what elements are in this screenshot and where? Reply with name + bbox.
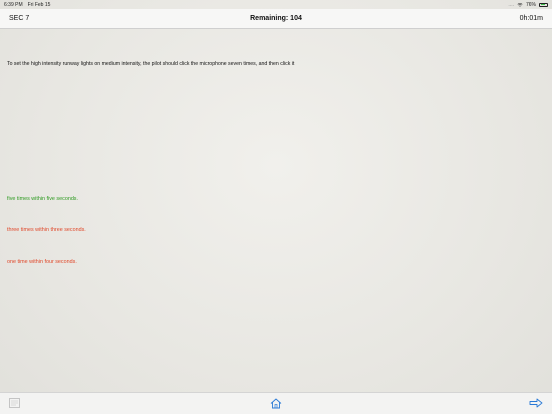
arrow-right-icon[interactable] bbox=[529, 398, 543, 408]
answer-option-2[interactable]: three times within three seconds. bbox=[7, 227, 86, 233]
question-text: To set the high intensity runway lights … bbox=[7, 61, 295, 67]
nav-bar: SEC 7 Remaining: 104 0h:01m bbox=[0, 9, 552, 29]
answer-option-1[interactable]: five times within five seconds. bbox=[7, 196, 78, 202]
battery-percent: 76% bbox=[525, 1, 536, 8]
status-date: Fri Feb 15 bbox=[27, 1, 51, 8]
remaining-counter: Remaining: 104 bbox=[250, 15, 302, 22]
elapsed-timer: 0h:01m bbox=[519, 15, 543, 22]
home-icon[interactable] bbox=[270, 398, 282, 409]
signal-indicator: .... bbox=[508, 1, 514, 8]
wifi-icon bbox=[517, 2, 523, 7]
section-label[interactable]: SEC 7 bbox=[9, 15, 29, 22]
status-bar: 6:39 PM Fri Feb 15 .... 76% bbox=[0, 0, 552, 9]
status-time: 6:39 PM bbox=[4, 1, 23, 8]
notes-icon[interactable] bbox=[9, 398, 20, 408]
answer-option-3[interactable]: one time within four seconds. bbox=[7, 259, 77, 265]
battery-icon bbox=[539, 2, 548, 7]
app-screen: 6:39 PM Fri Feb 15 .... 76% SEC 7 Remain… bbox=[0, 0, 552, 414]
bottom-toolbar bbox=[0, 392, 552, 414]
